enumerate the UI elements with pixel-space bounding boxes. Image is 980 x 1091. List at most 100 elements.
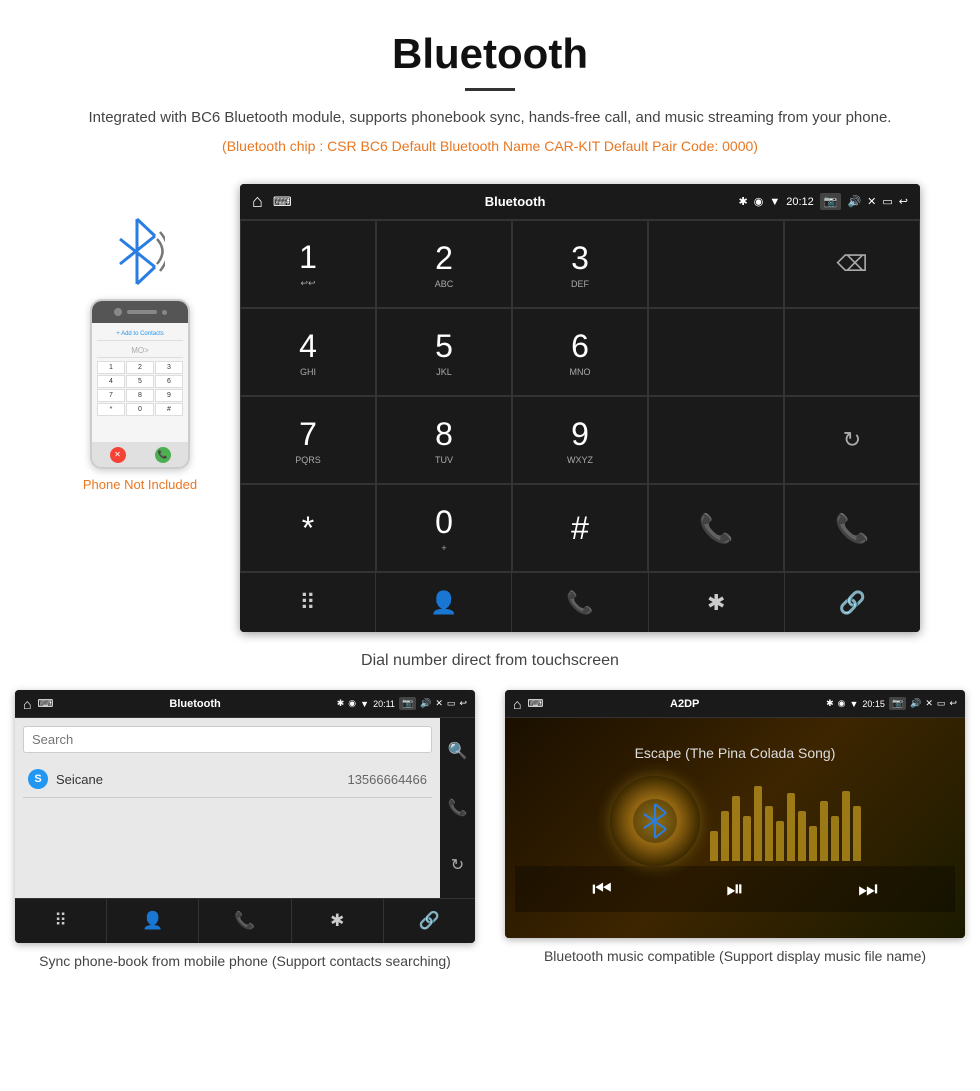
- key-1: 1: [97, 361, 125, 374]
- music-status-bar: ⌂ ⌨ A2DP ✱ ◉ ▼ 20:15 📷 🔊 ✕ ▭ ↩: [505, 690, 965, 718]
- nav-bluetooth[interactable]: ✱: [649, 573, 785, 632]
- music-back-icon: ↩: [949, 698, 957, 709]
- search-action-icon[interactable]: 🔍: [448, 741, 468, 761]
- nav-contacts[interactable]: 👤: [376, 573, 512, 632]
- main-content-area: + Add to Contacts MO> 1 2 3 4 5 6 7 8 9 …: [0, 184, 980, 632]
- phonebook-screen[interactable]: ⌂ ⌨ Bluetooth ✱ ◉ ▼ 20:11 📷 🔊 ✕ ▭ ↩: [15, 690, 475, 943]
- phone-keypad-mini: 1 2 3 4 5 6 7 8 9 * 0 #: [97, 361, 183, 416]
- pb-nav-calls[interactable]: 📞: [199, 899, 291, 943]
- key-star: *: [97, 403, 125, 416]
- nav-calls[interactable]: 📞: [512, 573, 648, 632]
- eq-bar-4: [743, 816, 751, 861]
- music-content: Escape (The Pina Colada Song): [505, 718, 965, 938]
- pb-back-icon: ↩: [459, 698, 467, 709]
- music-caption: Bluetooth music compatible (Support disp…: [534, 938, 936, 975]
- phone-screen: + Add to Contacts MO> 1 2 3 4 5 6 7 8 9 …: [92, 323, 188, 442]
- next-button[interactable]: ⏭: [858, 876, 878, 902]
- dial-key-6[interactable]: 6 MNO: [512, 308, 648, 396]
- dial-key-9[interactable]: 9 WXYZ: [512, 396, 648, 484]
- contact-row[interactable]: S Seicane 13566664466: [23, 761, 432, 798]
- pb-window-icon: ▭: [447, 698, 456, 709]
- dial-refresh[interactable]: ↻: [784, 396, 920, 484]
- dial-key-5[interactable]: 5 JKL: [376, 308, 512, 396]
- refresh-action-icon[interactable]: ↻: [451, 855, 464, 875]
- search-input[interactable]: [23, 726, 432, 753]
- description-text: Integrated with BC6 Bluetooth module, su…: [20, 106, 960, 130]
- music-note-icon: [630, 796, 680, 846]
- pb-nav-dialpad[interactable]: ⠿: [15, 899, 107, 943]
- dial-key-1[interactable]: 1 ↩↩: [240, 220, 376, 308]
- phone-top-bar: [92, 301, 188, 323]
- phone-speaker: [127, 310, 157, 314]
- music-loc-icon: ◉: [838, 698, 846, 709]
- dial-key-8[interactable]: 8 TUV: [376, 396, 512, 484]
- equalizer: [710, 781, 861, 861]
- pb-usb-icon: ⌨: [37, 697, 53, 710]
- prev-button[interactable]: ⏮: [592, 876, 612, 902]
- dial-backspace[interactable]: ⌫: [784, 220, 920, 308]
- key-2: 2: [126, 361, 154, 374]
- dial-key-hash[interactable]: #: [512, 484, 648, 572]
- dial-key-3[interactable]: 3 DEF: [512, 220, 648, 308]
- dial-key-0[interactable]: 0 +: [376, 484, 512, 572]
- pb-with-icons: S Seicane 13566664466 🔍 📞 ↻: [15, 718, 475, 898]
- eq-bar-13: [842, 791, 850, 861]
- dial-empty-3: [784, 308, 920, 396]
- dial-call-button[interactable]: 📞: [648, 484, 784, 572]
- call-action-icon[interactable]: 📞: [448, 798, 468, 818]
- dial-key-star[interactable]: *: [240, 484, 376, 572]
- phone-call-btn: 📞: [155, 447, 171, 463]
- contact-letter: S: [28, 769, 48, 789]
- home-icon: ⌂: [252, 191, 263, 212]
- nav-link[interactable]: 🔗: [785, 573, 920, 632]
- title-section: Bluetooth Integrated with BC6 Bluetooth …: [0, 0, 980, 184]
- play-pause-button[interactable]: ⏯: [726, 876, 744, 902]
- usb-icon: ⌨: [273, 194, 292, 210]
- back-icon: ↩: [899, 195, 908, 208]
- music-camera-icon: 📷: [889, 697, 906, 710]
- dial-hangup-button[interactable]: 📞: [784, 484, 920, 572]
- music-controls: ⏮ ⏯ ⏭: [515, 866, 955, 912]
- car-status-bar: ⌂ ⌨ Bluetooth ✱ ◉ ▼ 20:12 📷 🔊 ✕ ▭ ↩: [240, 184, 920, 220]
- pb-signal-icon: ▼: [360, 699, 369, 709]
- car-screen-dialpad[interactable]: ⌂ ⌨ Bluetooth ✱ ◉ ▼ 20:12 📷 🔊 ✕ ▭ ↩ 1 ↩↩: [240, 184, 920, 632]
- bluetooth-icon: [110, 214, 165, 289]
- music-screen[interactable]: ⌂ ⌨ A2DP ✱ ◉ ▼ 20:15 📷 🔊 ✕ ▭ ↩ Es: [505, 690, 965, 938]
- eq-bar-5: [754, 786, 762, 861]
- dial-key-4[interactable]: 4 GHI: [240, 308, 376, 396]
- music-bt-icon: ✱: [826, 698, 834, 709]
- call-green-icon: 📞: [699, 512, 734, 545]
- phonebook-wrap: ⌂ ⌨ Bluetooth ✱ ◉ ▼ 20:11 📷 🔊 ✕ ▭ ↩: [0, 690, 490, 980]
- eq-bar-6: [765, 806, 773, 861]
- eq-bar-2: [721, 811, 729, 861]
- dialpad-grid[interactable]: 1 ↩↩ 2 ABC 3 DEF ⌫ 4 GHI 5 JKL: [240, 220, 920, 572]
- music-signal-icon: ▼: [849, 699, 858, 709]
- nav-dialpad[interactable]: ⠿: [240, 573, 376, 632]
- pb-status-title: Bluetooth: [169, 698, 220, 710]
- pb-status-right: ✱ ◉ ▼ 20:11 📷 🔊 ✕ ▭ ↩: [337, 697, 467, 710]
- pb-nav-link[interactable]: 🔗: [384, 899, 475, 943]
- close-icon: ✕: [867, 195, 876, 208]
- car-nav-bar: ⠿ 👤 📞 ✱ 🔗: [240, 572, 920, 632]
- eq-bar-3: [732, 796, 740, 861]
- pb-nav-contacts[interactable]: 👤: [107, 899, 199, 943]
- music-status-left: ⌂ ⌨: [513, 696, 543, 712]
- pb-caption: Sync phone-book from mobile phone (Suppo…: [29, 943, 461, 980]
- pb-status-left: ⌂ ⌨: [23, 696, 53, 712]
- dial-empty-4: [648, 396, 784, 484]
- eq-bar-7: [776, 821, 784, 861]
- key-7: 7: [97, 389, 125, 402]
- dial-empty-2: [648, 308, 784, 396]
- eq-bar-10: [809, 826, 817, 861]
- dial-key-2[interactable]: 2 ABC: [376, 220, 512, 308]
- add-contacts-label: + Add to Contacts: [97, 328, 183, 341]
- status-bar-right: ✱ ◉ ▼ 20:12 📷 🔊 ✕ ▭ ↩: [738, 193, 908, 210]
- camera-icon: 📷: [820, 193, 842, 210]
- dial-key-7[interactable]: 7 PQRS: [240, 396, 376, 484]
- title-divider: [465, 88, 515, 91]
- music-home-icon: ⌂: [513, 696, 521, 712]
- key-9: 9: [155, 389, 183, 402]
- key-hash: #: [155, 403, 183, 416]
- pb-camera-icon: 📷: [399, 697, 416, 710]
- pb-nav-bluetooth[interactable]: ✱: [292, 899, 384, 943]
